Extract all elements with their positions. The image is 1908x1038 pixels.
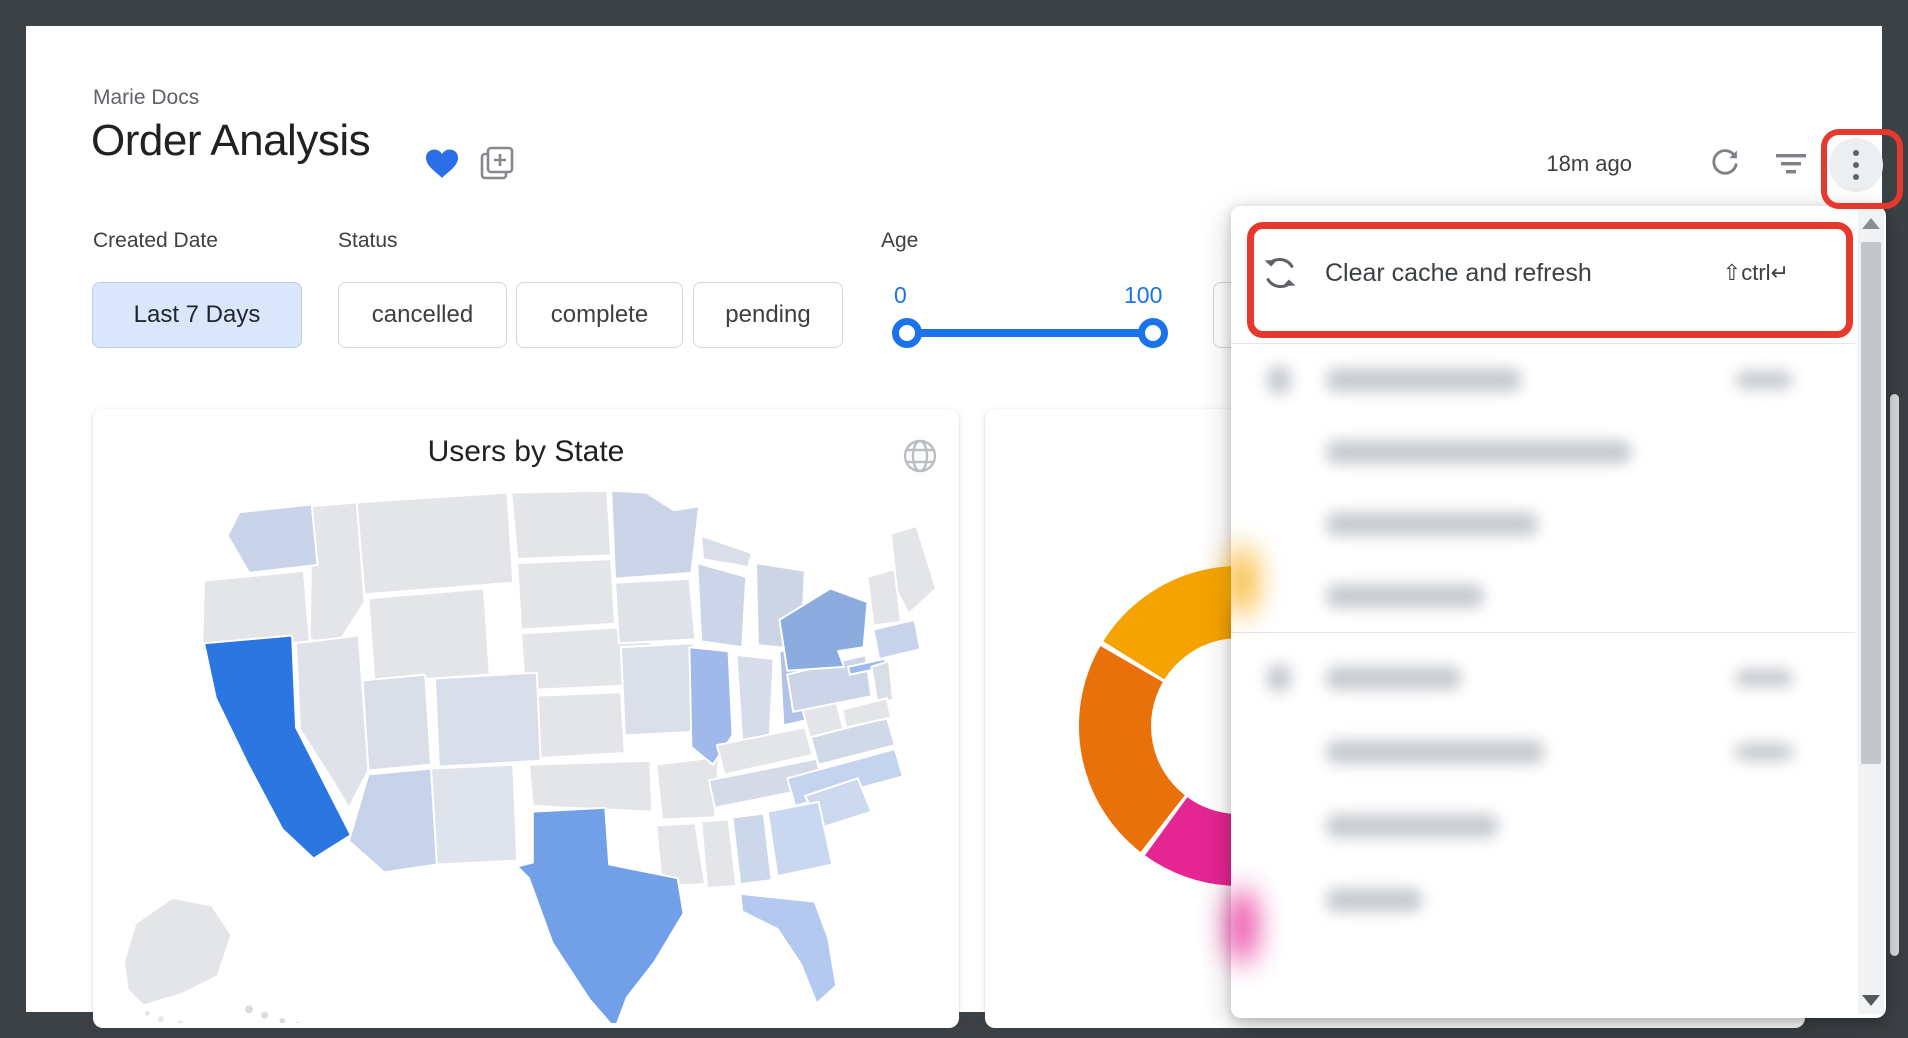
copy-dashboard-icon[interactable]: [478, 144, 516, 182]
blur-smear-amber: [1227, 546, 1257, 616]
state-mi-upper[interactable]: [701, 536, 752, 567]
map-tile-title: Users by State: [93, 435, 959, 469]
filter-label-status: Status: [338, 229, 398, 253]
scroll-up-icon[interactable]: [1862, 218, 1880, 229]
state-nd[interactable]: [511, 491, 611, 560]
blurred-menu-label: [1326, 584, 1484, 608]
menu-item-blurred[interactable]: [1231, 488, 1855, 560]
state-ma-ct-ri[interactable]: [873, 620, 920, 659]
sync-icon: [1259, 252, 1301, 294]
blurred-menu-label: [1326, 888, 1422, 912]
menu-item-clear-cache[interactable]: Clear cache and refresh ⇧ctrl↵: [1231, 224, 1851, 322]
breadcrumb[interactable]: Marie Docs: [93, 86, 199, 110]
menu-scrollbar-thumb[interactable]: [1861, 242, 1881, 764]
donut-segment-orange[interactable]: [1079, 646, 1185, 852]
state-id[interactable]: [310, 502, 365, 645]
blurred-menu-shortcut: [1735, 371, 1793, 389]
filter-created-date-value[interactable]: Last 7 Days: [92, 282, 302, 348]
menu-item-blurred[interactable]: [1231, 863, 1855, 937]
kebab-dot: [1853, 150, 1859, 156]
filter-label-age: Age: [881, 229, 918, 253]
state-in[interactable]: [736, 655, 773, 741]
state-ar[interactable]: [656, 757, 719, 820]
menu-item-blurred[interactable]: [1231, 715, 1855, 789]
state-nj[interactable]: [871, 661, 893, 702]
state-al[interactable]: [732, 814, 771, 884]
globe-icon[interactable]: [901, 437, 939, 475]
state-co[interactable]: [435, 673, 541, 767]
menu-item-blurred[interactable]: [1231, 789, 1855, 863]
menu-item-blurred[interactable]: [1231, 641, 1855, 715]
state-sd[interactable]: [517, 559, 615, 629]
state-nm[interactable]: [431, 765, 517, 865]
last-updated-text: 18m ago: [1546, 151, 1632, 177]
state-wa[interactable]: [228, 504, 318, 572]
filter-status-pending[interactable]: pending: [693, 282, 843, 348]
blurred-menu-label: [1326, 368, 1521, 392]
blurred-menu-icon: [1267, 664, 1291, 692]
state-wy[interactable]: [368, 589, 489, 683]
age-max-value: 100: [1124, 282, 1162, 309]
age-slider-handle-max[interactable]: [1138, 318, 1168, 348]
menu-blurred-sections: [1231, 344, 1855, 937]
filter-status-cancelled[interactable]: cancelled: [338, 282, 507, 348]
state-ok[interactable]: [529, 761, 652, 812]
state-ak[interactable]: [124, 898, 232, 1006]
dashboard-page: Marie Docs Order Analysis 18m ago Create…: [26, 26, 1882, 1012]
menu-item-blurred[interactable]: [1231, 344, 1855, 416]
kebab-dot: [1853, 174, 1859, 180]
state-hi[interactable]: [279, 1018, 285, 1023]
kebab-menu-button[interactable]: [1829, 138, 1883, 192]
state-wi[interactable]: [697, 563, 746, 647]
state-mt[interactable]: [357, 493, 514, 595]
state-hi[interactable]: [295, 1022, 301, 1023]
blurred-menu-label: [1326, 740, 1544, 764]
blur-smear-magenta: [1227, 888, 1257, 964]
refresh-icon[interactable]: [1708, 144, 1742, 178]
menu-item-shortcut: ⇧ctrl↵: [1723, 260, 1789, 286]
state-mn[interactable]: [611, 491, 699, 579]
page-title: Order Analysis: [91, 116, 370, 166]
blurred-menu-icon: [1267, 366, 1291, 394]
filter-icon[interactable]: [1774, 148, 1808, 182]
page-scrollbar-thumb[interactable]: [1890, 394, 1899, 956]
blurred-menu-shortcut: [1735, 743, 1793, 761]
filter-label-created-date: Created Date: [93, 229, 218, 253]
ak-island: [145, 1011, 150, 1016]
kebab-dot: [1853, 162, 1859, 168]
age-slider-track[interactable]: [900, 329, 1152, 337]
state-ia[interactable]: [615, 579, 695, 644]
state-hi[interactable]: [245, 1005, 253, 1013]
state-hi[interactable]: [261, 1012, 268, 1019]
blurred-menu-shortcut: [1735, 669, 1793, 687]
menu-divider: [1231, 632, 1855, 633]
blurred-menu-label: [1326, 440, 1631, 464]
age-min-value: 0: [894, 282, 907, 309]
menu-scrollbar[interactable]: [1858, 210, 1884, 1014]
ak-island: [178, 1021, 183, 1023]
menu-item-label: Clear cache and refresh: [1325, 259, 1592, 288]
filter-status-complete[interactable]: complete: [516, 282, 683, 348]
state-fl[interactable]: [740, 894, 836, 1004]
age-slider-handle-min[interactable]: [892, 318, 922, 348]
menu-item-blurred[interactable]: [1231, 416, 1855, 488]
state-ms[interactable]: [701, 819, 736, 888]
blurred-menu-label: [1326, 666, 1461, 690]
ak-island: [158, 1016, 164, 1022]
dashboard-actions-menu: Clear cache and refresh ⇧ctrl↵: [1231, 206, 1886, 1018]
blurred-menu-label: [1326, 814, 1498, 838]
scroll-down-icon[interactable]: [1862, 995, 1880, 1006]
menu-item-blurred[interactable]: [1231, 560, 1855, 632]
state-ut[interactable]: [363, 675, 432, 771]
blurred-menu-label: [1326, 512, 1538, 536]
us-choropleth-map[interactable]: [93, 475, 959, 1023]
favorite-heart-icon[interactable]: [424, 148, 460, 180]
tile-users-by-state: Users by State: [93, 409, 959, 1028]
